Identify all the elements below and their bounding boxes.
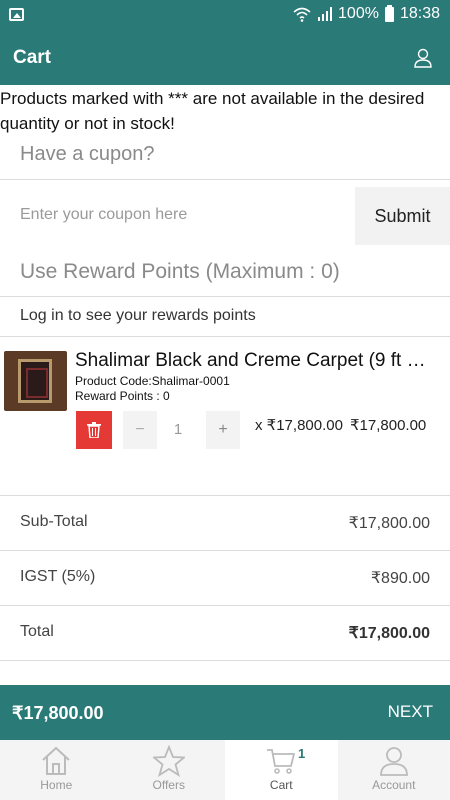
tax-label: IGST (5%) [20,568,96,585]
coupon-heading[interactable]: Have a cupon? [20,143,155,166]
total-value: ₹17,800.00 [348,625,430,642]
divider [0,660,450,661]
divider [0,550,450,551]
stock-notice: Products marked with *** are not availab… [0,89,425,133]
divider [0,605,450,606]
cart-icon [267,749,296,774]
home-icon [42,746,70,775]
wifi-icon [293,7,311,22]
delete-item-button[interactable] [76,411,112,449]
nav-offers-label: Offers [152,778,185,792]
next-button[interactable]: NEXT [388,702,433,722]
quantity-value[interactable]: 1 [165,421,191,438]
divider [0,179,450,180]
subtotal-label: Sub-Total [20,513,88,530]
coupon-input[interactable]: Enter your coupon here [20,206,187,224]
nav-cart-label: Cart [269,778,293,792]
submit-coupon-button[interactable]: Submit [355,187,450,245]
nav-home[interactable]: Home [0,740,113,800]
nav-offers[interactable]: Offers [113,740,226,800]
battery-percent: 100% [338,5,379,22]
unit-price: x ₹17,800.00 [255,417,343,434]
nav-account-label: Account [372,778,416,792]
status-indicators: 100% 18:38 [292,4,440,23]
decrease-quantity-button[interactable]: − [123,411,157,449]
increase-quantity-button[interactable]: + [206,411,240,449]
nav-home-label: Home [40,778,73,792]
product-name[interactable]: Shalimar Black and Creme Carpet (9 ft … [75,350,445,372]
app-bar: Cart [0,30,450,85]
star-icon [152,745,185,777]
divider [0,495,450,496]
checkout-amount: ₹17,800.00 [12,703,104,723]
cart-badge: 1 [298,746,306,761]
divider [0,336,450,337]
user-icon[interactable] [414,48,432,68]
reward-login-text[interactable]: Log in to see your rewards points [20,307,256,325]
nav-cart[interactable]: 1 Cart [225,740,338,800]
nav-account[interactable]: Account [338,740,450,800]
carpet-thumbnail [18,359,52,403]
product-image[interactable] [4,351,67,411]
user-icon [379,747,408,776]
trash-icon [87,422,101,438]
checkout-bar: ₹17,800.00 NEXT [0,685,450,740]
status-bar: 100% 18:38 [0,0,450,30]
image-notification-icon [9,8,24,21]
subtotal-value: ₹17,800.00 [348,515,430,532]
bottom-nav: Home Offers 1 Cart Account [0,740,450,800]
clock: 18:38 [399,5,440,22]
divider [0,296,450,297]
page-title: Cart [13,47,52,68]
product-code: Product Code:Shalimar-0001 [75,374,230,388]
total-label: Total [20,623,54,640]
reward-points-heading[interactable]: Use Reward Points (Maximum : 0) [20,260,340,284]
battery-icon [384,4,394,22]
product-reward-points: Reward Points : 0 [75,389,170,403]
line-total: ₹17,800.00 [350,417,427,434]
signal-icon [318,7,333,21]
tax-value: ₹890.00 [370,570,430,587]
